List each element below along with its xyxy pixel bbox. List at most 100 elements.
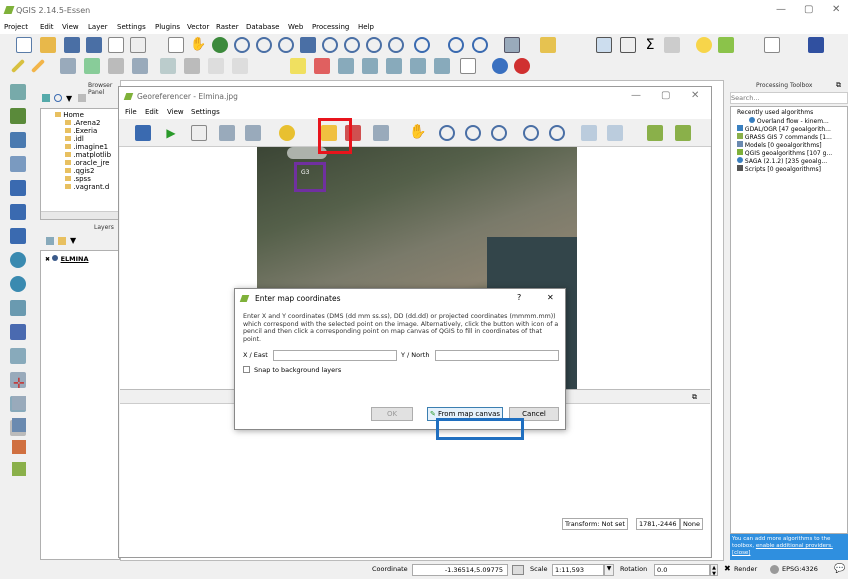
- add-vector-layer-icon[interactable]: [10, 84, 26, 100]
- save-project-icon[interactable]: [64, 37, 80, 53]
- rotate-label-icon[interactable]: [410, 58, 426, 74]
- new-print-composer-icon[interactable]: [108, 37, 124, 53]
- statistics-icon[interactable]: Σ: [642, 37, 658, 53]
- tree-item-home[interactable]: Home: [55, 111, 84, 119]
- menu-layer[interactable]: Layer: [88, 23, 108, 31]
- tree-item-arena2[interactable]: .Arena2: [65, 119, 100, 127]
- attribute-table-icon[interactable]: [596, 37, 612, 53]
- tree-item-imagine1[interactable]: .imagine1: [65, 143, 108, 151]
- pan-to-selection-icon[interactable]: [212, 37, 228, 53]
- cut-features-icon[interactable]: [184, 58, 200, 74]
- select-features-icon[interactable]: [504, 37, 520, 53]
- measure-icon[interactable]: [664, 37, 680, 53]
- pin-labels-icon[interactable]: [338, 58, 354, 74]
- geo-menu-view[interactable]: View: [167, 108, 184, 116]
- georeferencer-minimize-button[interactable]: —: [631, 90, 641, 101]
- heatmap-icon[interactable]: [12, 440, 26, 454]
- pan-map-icon[interactable]: [168, 37, 184, 53]
- tree-item-spss[interactable]: .spss: [65, 175, 91, 183]
- rotation-spin-icon[interactable]: ▲ ▼: [710, 564, 718, 577]
- georeferencer-maximize-button[interactable]: ▢: [661, 90, 670, 101]
- crosshair-tool-icon[interactable]: ✛: [13, 376, 25, 392]
- add-wms-layer-icon[interactable]: [10, 252, 26, 268]
- edit-pencil-icon[interactable]: [30, 58, 46, 74]
- menu-plugins[interactable]: Plugins: [155, 23, 180, 31]
- save-as-icon[interactable]: [86, 37, 102, 53]
- add-oracle-layer-icon[interactable]: [10, 204, 26, 220]
- add-wcs-layer-icon[interactable]: [10, 276, 26, 292]
- x-east-input[interactable]: [273, 350, 397, 361]
- processing-search-input[interactable]: [730, 92, 848, 104]
- processing-dock-controls-icon[interactable]: ⧉: [836, 81, 841, 90]
- ok-button[interactable]: OK: [371, 407, 413, 421]
- dialog-close-button[interactable]: ✕: [547, 293, 554, 302]
- help-icon[interactable]: [808, 37, 824, 53]
- menu-view[interactable]: View: [62, 23, 79, 31]
- add-group-icon[interactable]: [58, 237, 66, 245]
- zoom-last-icon[interactable]: [366, 37, 382, 53]
- field-calculator-icon[interactable]: [620, 37, 636, 53]
- add-delimited-text-icon[interactable]: [10, 324, 26, 340]
- geo-zoom-in-icon[interactable]: [439, 125, 455, 141]
- georeferencer-close-button[interactable]: ✕: [691, 90, 699, 101]
- zoom-layer-icon[interactable]: [344, 37, 360, 53]
- geo-zoom-layer-icon[interactable]: [491, 125, 507, 141]
- render-checkbox-icon[interactable]: ✖: [724, 564, 731, 573]
- save-gcp-points-icon[interactable]: [245, 125, 261, 141]
- new-project-icon[interactable]: [16, 37, 32, 53]
- processing-item-gdal[interactable]: GDAL/OGR [47 geoalgorith...: [737, 125, 831, 133]
- dialog-help-button[interactable]: ?: [517, 293, 521, 302]
- move-gcp-point-icon[interactable]: [373, 125, 389, 141]
- menu-edit[interactable]: Edit: [40, 23, 54, 31]
- zoom-native-icon[interactable]: [278, 37, 294, 53]
- raster-histogram-icon[interactable]: [647, 125, 663, 141]
- geo-zoom-next-icon[interactable]: [549, 125, 565, 141]
- tree-item-matplotlib[interactable]: .matplotlib: [65, 151, 111, 159]
- new-bookmark-icon[interactable]: [718, 37, 734, 53]
- geo-menu-file[interactable]: File: [125, 108, 137, 116]
- add-db2-layer-icon[interactable]: [10, 228, 26, 244]
- menu-project[interactable]: Project: [4, 23, 28, 31]
- refresh-browser-icon[interactable]: [54, 94, 62, 102]
- processing-item-scripts[interactable]: Scripts [0 geoalgorithms]: [737, 165, 821, 173]
- add-selected-icon[interactable]: [42, 94, 50, 102]
- y-north-input[interactable]: [435, 350, 559, 361]
- zoom-out-icon[interactable]: [256, 37, 272, 53]
- close-notice-link[interactable]: [close]: [732, 550, 750, 556]
- deselect-icon[interactable]: [540, 37, 556, 53]
- tree-item-exeria[interactable]: .Exeria: [65, 127, 97, 135]
- open-raster-icon[interactable]: [135, 125, 151, 141]
- menu-settings[interactable]: Settings: [117, 23, 146, 31]
- identify-features-icon[interactable]: [472, 37, 488, 53]
- gcp-panel-controls-icon[interactable]: ⧉: [692, 393, 697, 402]
- show-hide-labels-icon[interactable]: [362, 58, 378, 74]
- text-annotation-icon[interactable]: [764, 37, 780, 53]
- geo-menu-edit[interactable]: Edit: [145, 108, 159, 116]
- filter-legend-icon[interactable]: ▼: [70, 236, 76, 245]
- zoom-next-icon[interactable]: [388, 37, 404, 53]
- processing-item-recent[interactable]: Recently used algorithms: [737, 109, 813, 116]
- label-layer-icon[interactable]: [314, 58, 330, 74]
- geo-zoom-last-icon[interactable]: [523, 125, 539, 141]
- coordinate-field[interactable]: -1.36514,5.09775: [412, 564, 508, 576]
- scale-field[interactable]: 1:11,593: [552, 564, 604, 576]
- menu-vector[interactable]: Vector: [187, 23, 209, 31]
- menu-processing[interactable]: Processing: [312, 23, 349, 31]
- processing-item-models[interactable]: Models [0 geoalgorithms]: [737, 141, 822, 149]
- coordinate-capture-icon[interactable]: [12, 396, 26, 410]
- layer-visible-checkbox-icon[interactable]: ✖: [45, 256, 50, 263]
- add-feature-icon[interactable]: [84, 58, 100, 74]
- menu-raster[interactable]: Raster: [216, 23, 239, 31]
- scale-dropdown-icon[interactable]: ▼: [604, 564, 614, 576]
- browser-scrollbar[interactable]: [41, 211, 119, 219]
- collapse-all-icon[interactable]: [78, 94, 86, 102]
- layer-item-elmina[interactable]: ✖ ELMINA: [45, 255, 89, 263]
- georef-crs[interactable]: None: [680, 518, 703, 530]
- paste-features-icon[interactable]: [232, 58, 248, 74]
- gdal-plugin-icon[interactable]: [514, 58, 530, 74]
- rotation-field[interactable]: 0.0: [654, 564, 710, 576]
- identify-icon[interactable]: [448, 37, 464, 53]
- close-button[interactable]: ✕: [832, 4, 840, 15]
- link-qgis-to-georef-icon[interactable]: [607, 125, 623, 141]
- zoom-full-icon[interactable]: [300, 37, 316, 53]
